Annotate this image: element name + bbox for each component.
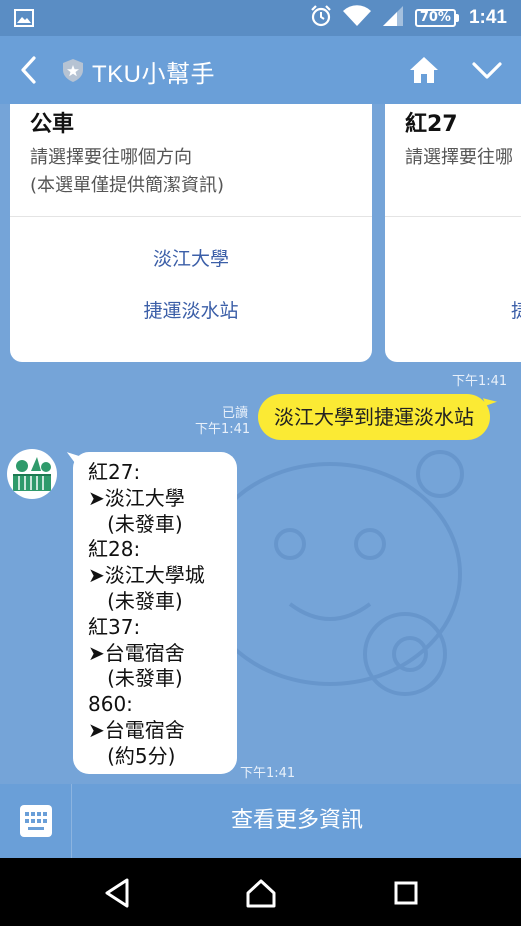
action-tamsui-station[interactable]: 捷運淡水站	[10, 296, 372, 323]
message-line: ➤淡江大學	[88, 485, 185, 510]
card-description: 請選擇要往哪	[405, 147, 513, 168]
timestamp: 下午1:41	[240, 766, 296, 781]
signal-icon	[381, 5, 405, 31]
card-divider	[385, 216, 521, 217]
action-partial[interactable]: 捷	[511, 296, 521, 323]
bottom-bar: 查看更多資訊	[0, 784, 521, 858]
message-line: ➤台電宿舍	[88, 717, 185, 742]
more-info-button[interactable]: 查看更多資訊	[73, 784, 521, 858]
image-icon	[14, 8, 34, 32]
chat-title: TKU小幫手	[92, 61, 215, 88]
back-chevron-icon	[21, 56, 36, 84]
alarm-icon	[309, 4, 333, 32]
message-line: (未發車)	[88, 666, 183, 691]
card-title: 紅27	[405, 112, 458, 137]
message-line: 860:	[88, 692, 133, 717]
dropdown-button[interactable]	[470, 56, 504, 84]
wifi-icon	[342, 5, 371, 31]
message-line: 紅27:	[88, 460, 141, 484]
message-line: (未發車)	[88, 511, 183, 536]
timestamp: 下午1:41	[195, 422, 251, 437]
message-line: 紅37:	[88, 614, 141, 639]
triangle-back-icon	[105, 878, 129, 908]
card-divider	[10, 216, 372, 217]
home-button[interactable]	[408, 54, 440, 86]
home-icon	[410, 57, 438, 83]
action-tamkang-university[interactable]: 淡江大學	[10, 244, 372, 271]
message-line: ➤台電宿舍	[88, 640, 185, 665]
nav-home-button[interactable]	[244, 876, 278, 910]
message-line: (約5分)	[88, 743, 176, 768]
square-recents-icon	[394, 881, 418, 905]
red27-card: 紅27 請選擇要往哪 捷	[385, 104, 521, 362]
back-button[interactable]	[14, 54, 44, 86]
nav-recents-button[interactable]	[389, 876, 423, 910]
battery-indicator: 70%	[414, 9, 459, 27]
shield-star-icon	[62, 58, 84, 83]
message-line: ➤淡江大學城	[88, 563, 205, 588]
status-clock: 1:41	[468, 7, 507, 28]
incoming-message[interactable]: 紅27: ➤淡江大學 (未發車) 紅28: ➤淡江大學城 (未發車) 紅37: ➤台電宿舍…	[73, 452, 237, 774]
timestamp: 下午1:41	[452, 374, 508, 389]
message-line: 紅28:	[88, 537, 141, 562]
bus-card: 公車 請選擇要往哪個方向 (本選單僅提供簡潔資訊) 淡江大學 捷運淡水站	[10, 104, 372, 362]
home-outline-icon	[246, 879, 276, 908]
card-title: 公車	[30, 112, 75, 137]
nav-back-button[interactable]	[101, 876, 135, 910]
chat-header: TKU小幫手	[0, 36, 521, 104]
system-nav-bar	[0, 858, 521, 926]
message-line: (未發車)	[88, 588, 183, 613]
battery-level: 70%	[414, 9, 456, 27]
chat-area[interactable]: 公車 請選擇要往哪個方向 (本選單僅提供簡潔資訊) 淡江大學 捷運淡水站 紅27…	[0, 104, 521, 784]
status-bar: 70% 1:41	[0, 0, 521, 36]
bot-avatar[interactable]	[7, 449, 57, 499]
outgoing-message[interactable]: 淡江大學到捷運淡水站	[258, 394, 490, 440]
keyboard-button[interactable]	[0, 784, 72, 858]
chevron-down-icon	[472, 62, 502, 79]
card-description: 請選擇要往哪個方向 (本選單僅提供簡潔資訊)	[30, 147, 225, 196]
keyboard-icon	[20, 805, 52, 837]
